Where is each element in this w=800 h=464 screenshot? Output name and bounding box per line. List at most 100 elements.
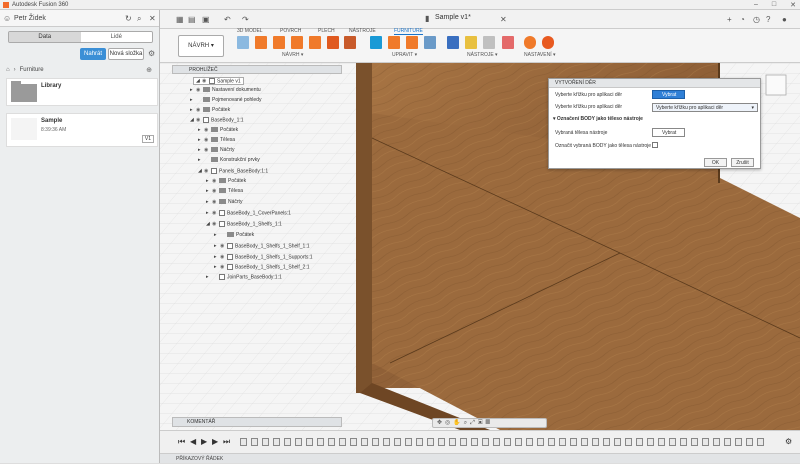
timeline-feature-icon[interactable] [416,438,423,446]
save-icon[interactable]: ▣ [202,15,210,24]
workspace-switcher[interactable]: NÁVRH ▾ [178,35,224,57]
user-name[interactable]: Petr Židek [14,15,46,22]
timeline-feature-icon[interactable] [647,438,654,446]
tree-node-root[interactable]: ◢ ◉ Sample v1 [193,77,244,86]
home-icon[interactable]: ⌂ [6,67,10,73]
timeline-feature-icon[interactable] [658,438,665,446]
timeline-feature-icon[interactable] [515,438,522,446]
display-icon[interactable]: ▣ [478,420,486,426]
tree-node[interactable]: ▸ ◉ Počátek [190,107,230,113]
timeline-feature-icon[interactable] [614,438,621,446]
go-start-icon[interactable]: ⏮ [178,437,185,447]
grid-settings-icon[interactable]: ▦ [486,420,494,426]
timeline-feature-icon[interactable] [339,438,346,446]
timeline-feature-icon[interactable] [438,438,445,446]
timeline-feature-icon[interactable] [350,438,357,446]
split-icon[interactable] [327,36,339,49]
tree-node[interactable]: ▸ Pojmenované pohledy [190,97,261,103]
add-icon[interactable]: ⊕ [146,66,152,74]
timeline-feature-icon[interactable] [306,438,313,446]
joint-icon[interactable] [344,36,356,49]
timeline-feature-icon[interactable] [482,438,489,446]
edge-icon[interactable] [388,36,400,49]
breadcrumb-folder[interactable]: Furniture [20,67,44,73]
timeline-feature-icon[interactable] [295,438,302,446]
grid-icon[interactable]: ▦ [176,15,184,24]
timeline-feature-icon[interactable] [691,438,698,446]
tree-node[interactable]: ▸ ◉ Počátek [206,178,246,184]
cabinet-icon[interactable] [255,36,267,49]
pan-icon[interactable]: ✋ [453,420,463,426]
modify-icon[interactable] [370,36,382,49]
maximize-icon[interactable]: □ [772,1,776,9]
help-icon[interactable]: ? [766,15,770,24]
timeline-feature-icon[interactable] [460,438,467,446]
tree-node[interactable]: ▸ Konstrukční prvky [198,157,260,163]
undo-icon[interactable]: ↶ [224,15,231,24]
timeline-feature-icon[interactable] [581,438,588,446]
viewport-navigation-bar[interactable]: ✥◎✋⌕⤢▣▦ [432,418,547,428]
new-component-icon[interactable] [237,36,249,49]
timeline-feature-icon[interactable] [405,438,412,446]
dialog-section-header[interactable]: ▾ Označení BODY jako těleso nástroje [553,116,643,122]
account-icon[interactable]: ● [782,15,787,24]
timeline-feature-icon[interactable] [625,438,632,446]
group-nastroje[interactable]: NÁSTROJE ▾ [467,52,498,58]
close-icon[interactable]: ✕ [790,1,796,9]
timeline-feature-icon[interactable] [735,438,742,446]
browser-header[interactable]: PROHLÍŽEČ [172,65,342,74]
upload-button[interactable]: Nahrát [80,48,106,60]
timeline-feature-icon[interactable] [427,438,434,446]
tree-node[interactable]: ▸ ◉ Tělesa [198,137,235,143]
select-button-2[interactable]: Vybrat [652,128,685,137]
tree-node[interactable]: ▸ ◉ Tělesa [206,188,243,194]
timeline-feature-icon[interactable] [361,438,368,446]
file-icon[interactable]: ▤ [188,15,196,24]
tree-node[interactable]: ▸ ◉ Počátek [198,127,238,133]
timeline-feature-icon[interactable] [603,438,610,446]
redo-icon[interactable]: ↷ [242,15,249,24]
align-icon[interactable] [406,36,418,49]
timeline-feature-icon[interactable] [669,438,676,446]
timeline-feature-icon[interactable] [680,438,687,446]
close-tab-icon[interactable]: ✕ [500,15,507,24]
refresh-icon[interactable]: ↻ [125,14,132,23]
folder-item[interactable]: Library [6,78,158,106]
tab-data[interactable]: Data [9,32,81,42]
parts-icon[interactable] [483,36,495,49]
notifications-icon[interactable]: ◷ [753,15,760,24]
timeline-feature-icon[interactable] [394,438,401,446]
tree-node[interactable]: ▸ ◉ Náčrty [198,147,234,153]
add-tab-icon[interactable]: + [727,15,732,24]
timeline-feature-icon[interactable] [746,438,753,446]
tab-sheet-metal[interactable]: PLECH [318,28,335,34]
drawer-icon[interactable] [309,36,321,49]
timeline-feature-icon[interactable] [372,438,379,446]
tree-node[interactable]: ◢ ◉ BaseBody_1_Shelfs_1:1 [206,221,282,227]
timeline-feature-icon[interactable] [559,438,566,446]
timeline-feature-icon[interactable] [273,438,280,446]
timeline-feature-icon[interactable] [284,438,291,446]
shelf-icon[interactable] [291,36,303,49]
close-panel-icon[interactable]: ✕ [149,14,156,23]
play-icon[interactable]: ▶ [201,437,207,446]
timeline-feature-icon[interactable] [526,438,533,446]
select-button-1[interactable]: Vybrat [652,90,685,99]
hole-type-dropdown[interactable]: Vyberte křížku pro aplikaci děr ▾ [652,103,758,112]
timeline-settings-icon[interactable]: ⚙ [785,437,792,446]
settings-gear-icon[interactable] [524,36,536,49]
timeline-feature-icon[interactable] [757,438,764,446]
gear-icon[interactable]: ⚙ [148,49,155,58]
cancel-button[interactable]: Zrušit [731,158,754,167]
fit-icon[interactable]: ⤢ [470,420,478,426]
tree-node[interactable]: ▸ Počátek [214,232,254,238]
measure-icon[interactable] [447,36,459,49]
tab-people[interactable]: Lidé [80,32,152,42]
timeline-feature-icon[interactable] [702,438,709,446]
timeline-feature-icon[interactable] [713,438,720,446]
tree-node[interactable]: ▸ JoinParts_BaseBody:1:1 [206,274,282,280]
tab-furniture[interactable]: FURNITURE [394,28,423,35]
orbit-icon[interactable]: ✥ [437,420,445,426]
timeline-feature-icon[interactable] [251,438,258,446]
timeline-feature-icon[interactable] [592,438,599,446]
